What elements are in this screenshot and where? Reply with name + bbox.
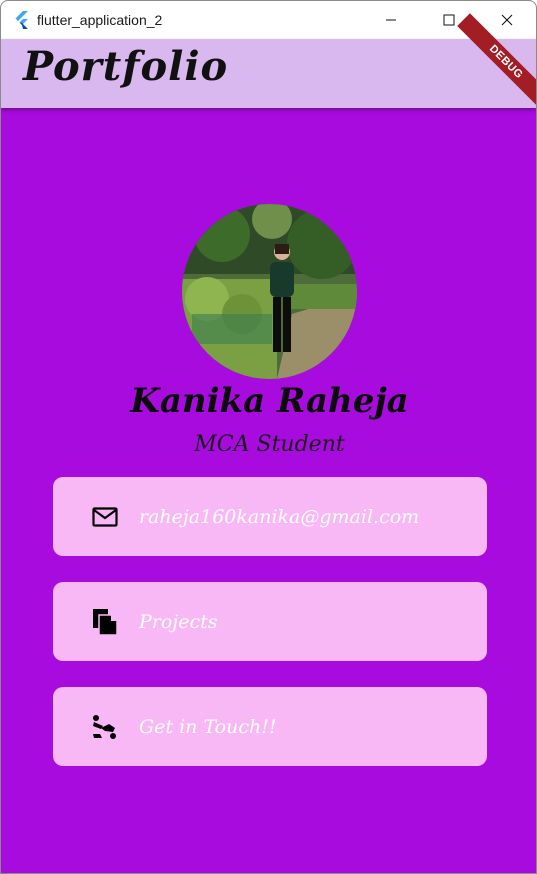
avatar	[182, 204, 357, 379]
app-bar: Portfolio DEBUG	[1, 13, 536, 111]
window-titlebar[interactable]: flutter_application_2	[1, 1, 536, 39]
email-label: raheja160kanika@gmail.com	[139, 505, 420, 528]
maximize-icon	[443, 14, 455, 26]
contact-label: Get in Touch!!	[139, 715, 277, 738]
close-icon	[501, 14, 513, 26]
minimize-button[interactable]	[362, 1, 420, 39]
window-title: flutter_application_2	[37, 12, 163, 28]
page-title: Portfolio	[23, 43, 229, 90]
app-window: flutter_application_2 Portfolio DEBUG Ka…	[0, 0, 537, 874]
projects-card[interactable]: Projects	[53, 582, 487, 661]
email-card[interactable]: raheja160kanika@gmail.com	[53, 477, 487, 556]
handshake-icon	[91, 713, 119, 741]
minimize-icon	[386, 19, 396, 21]
projects-label: Projects	[139, 610, 218, 633]
contact-card[interactable]: Get in Touch!!	[53, 687, 487, 766]
profile-subtitle: MCA Student	[194, 432, 345, 457]
profile-photo	[182, 204, 357, 379]
mail-icon	[91, 503, 119, 531]
files-icon	[91, 608, 119, 636]
window-controls	[362, 1, 536, 39]
profile-name: Kanika Raheja	[130, 381, 409, 421]
flutter-logo-icon	[15, 11, 28, 29]
